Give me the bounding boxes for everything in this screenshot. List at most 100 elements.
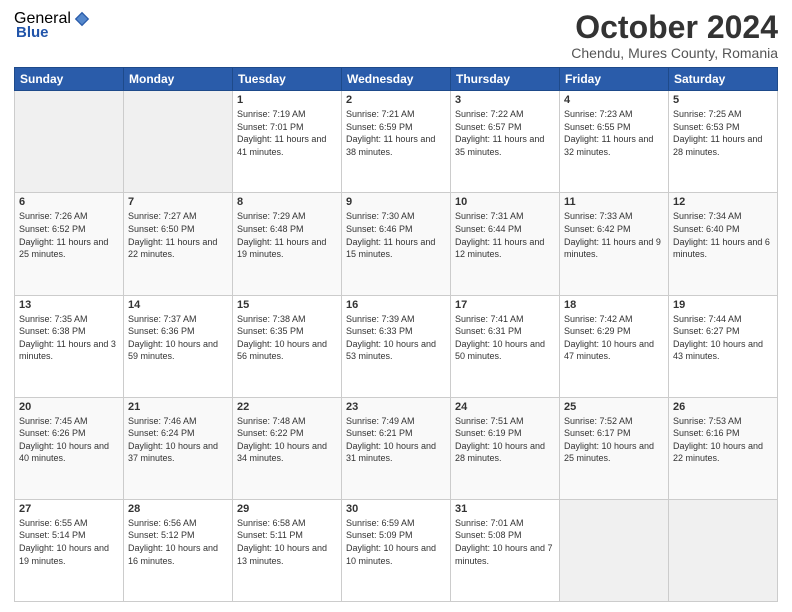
day-number: 13	[19, 299, 119, 311]
day-number: 11	[564, 196, 664, 208]
weekday-header-sunday: Sunday	[15, 68, 124, 91]
day-number: 19	[673, 299, 773, 311]
day-number: 28	[128, 503, 228, 515]
calendar-cell: 10 Sunrise: 7:31 AM Sunset: 6:44 PM Dayli…	[451, 193, 560, 295]
title-section: October 2024 Chendu, Mures County, Roman…	[571, 10, 778, 61]
day-number: 30	[346, 503, 446, 515]
day-number: 12	[673, 196, 773, 208]
calendar-cell: 4Sunrise: 7:23 AM Sunset: 6:55 PM Daylig…	[560, 91, 669, 193]
day-info: Sunrise: 7:35 AM Sunset: 6:38 PM Dayligh…	[19, 313, 119, 363]
calendar-cell: 12 Sunrise: 7:34 AM Sunset: 6:40 PM Dayli…	[669, 193, 778, 295]
day-info: Sunrise: 6:56 AM Sunset: 5:12 PM Dayligh…	[128, 517, 228, 567]
calendar-header: SundayMondayTuesdayWednesdayThursdayFrid…	[15, 68, 778, 91]
calendar-cell	[124, 91, 233, 193]
calendar-cell: 24Sunrise: 7:51 AM Sunset: 6:19 PM Dayli…	[451, 397, 560, 499]
day-number: 24	[455, 401, 555, 413]
day-number: 15	[237, 299, 337, 311]
calendar-table: SundayMondayTuesdayWednesdayThursdayFrid…	[14, 67, 778, 602]
calendar-cell: 29 Sunrise: 6:58 AM Sunset: 5:11 PM Dayli…	[233, 499, 342, 601]
day-number: 31	[455, 503, 555, 515]
day-number: 3	[455, 94, 555, 106]
calendar-cell: 19Sunrise: 7:44 AM Sunset: 6:27 PM Dayli…	[669, 295, 778, 397]
day-info: Sunrise: 7:53 AM Sunset: 6:16 PM Dayligh…	[673, 415, 773, 465]
calendar-cell: 7 Sunrise: 7:27 AM Sunset: 6:50 PM Daylig…	[124, 193, 233, 295]
weekday-row: SundayMondayTuesdayWednesdayThursdayFrid…	[15, 68, 778, 91]
logo-icon	[73, 10, 91, 28]
day-number: 10	[455, 196, 555, 208]
subtitle: Chendu, Mures County, Romania	[571, 45, 778, 61]
calendar-cell: 23Sunrise: 7:49 AM Sunset: 6:21 PM Dayli…	[342, 397, 451, 499]
day-number: 25	[564, 401, 664, 413]
day-number: 26	[673, 401, 773, 413]
weekday-header-tuesday: Tuesday	[233, 68, 342, 91]
calendar-cell: 22 Sunrise: 7:48 AM Sunset: 6:22 PM Dayli…	[233, 397, 342, 499]
day-info: Sunrise: 7:39 AM Sunset: 6:33 PM Dayligh…	[346, 313, 446, 363]
logo: General Blue	[14, 10, 91, 41]
calendar-cell: 28 Sunrise: 6:56 AM Sunset: 5:12 PM Dayli…	[124, 499, 233, 601]
day-number: 6	[19, 196, 119, 208]
calendar-cell: 5 Sunrise: 7:25 AM Sunset: 6:53 PM Daylig…	[669, 91, 778, 193]
calendar-cell: 25Sunrise: 7:52 AM Sunset: 6:17 PM Dayli…	[560, 397, 669, 499]
day-number: 5	[673, 94, 773, 106]
calendar-cell: 14 Sunrise: 7:37 AM Sunset: 6:36 PM Dayli…	[124, 295, 233, 397]
weekday-header-friday: Friday	[560, 68, 669, 91]
calendar-cell: 20Sunrise: 7:45 AM Sunset: 6:26 PM Dayli…	[15, 397, 124, 499]
calendar-cell: 6 Sunrise: 7:26 AM Sunset: 6:52 PM Daylig…	[15, 193, 124, 295]
calendar-cell: 21 Sunrise: 7:46 AM Sunset: 6:24 PM Dayli…	[124, 397, 233, 499]
calendar-cell	[15, 91, 124, 193]
logo-blue: Blue	[16, 24, 49, 41]
day-info: Sunrise: 7:21 AM Sunset: 6:59 PM Dayligh…	[346, 108, 446, 158]
calendar-body: 1Sunrise: 7:19 AM Sunset: 7:01 PM Daylig…	[15, 91, 778, 602]
header: General Blue October 2024 Chendu, Mures …	[14, 10, 778, 61]
day-info: Sunrise: 7:31 AM Sunset: 6:44 PM Dayligh…	[455, 210, 555, 260]
day-info: Sunrise: 7:27 AM Sunset: 6:50 PM Dayligh…	[128, 210, 228, 260]
day-number: 2	[346, 94, 446, 106]
calendar-cell: 13 Sunrise: 7:35 AM Sunset: 6:38 PM Dayli…	[15, 295, 124, 397]
weekday-header-monday: Monday	[124, 68, 233, 91]
day-number: 22	[237, 401, 337, 413]
day-info: Sunrise: 7:49 AM Sunset: 6:21 PM Dayligh…	[346, 415, 446, 465]
day-info: Sunrise: 7:34 AM Sunset: 6:40 PM Dayligh…	[673, 210, 773, 260]
day-info: Sunrise: 6:58 AM Sunset: 5:11 PM Dayligh…	[237, 517, 337, 567]
calendar-cell: 26 Sunrise: 7:53 AM Sunset: 6:16 PM Dayli…	[669, 397, 778, 499]
calendar-week-1: 6 Sunrise: 7:26 AM Sunset: 6:52 PM Daylig…	[15, 193, 778, 295]
day-info: Sunrise: 7:29 AM Sunset: 6:48 PM Dayligh…	[237, 210, 337, 260]
calendar-week-3: 20Sunrise: 7:45 AM Sunset: 6:26 PM Dayli…	[15, 397, 778, 499]
month-title: October 2024	[571, 10, 778, 45]
day-number: 14	[128, 299, 228, 311]
day-number: 9	[346, 196, 446, 208]
calendar-cell: 18Sunrise: 7:42 AM Sunset: 6:29 PM Dayli…	[560, 295, 669, 397]
day-info: Sunrise: 7:30 AM Sunset: 6:46 PM Dayligh…	[346, 210, 446, 260]
calendar-cell: 3Sunrise: 7:22 AM Sunset: 6:57 PM Daylig…	[451, 91, 560, 193]
day-number: 20	[19, 401, 119, 413]
day-number: 7	[128, 196, 228, 208]
day-info: Sunrise: 7:25 AM Sunset: 6:53 PM Dayligh…	[673, 108, 773, 158]
weekday-header-thursday: Thursday	[451, 68, 560, 91]
calendar-cell: 11Sunrise: 7:33 AM Sunset: 6:42 PM Dayli…	[560, 193, 669, 295]
calendar-cell	[560, 499, 669, 601]
day-number: 8	[237, 196, 337, 208]
day-number: 16	[346, 299, 446, 311]
calendar-cell: 2 Sunrise: 7:21 AM Sunset: 6:59 PM Daylig…	[342, 91, 451, 193]
calendar-cell: 30Sunrise: 6:59 AM Sunset: 5:09 PM Dayli…	[342, 499, 451, 601]
calendar-cell	[669, 499, 778, 601]
calendar-cell: 31 Sunrise: 7:01 AM Sunset: 5:08 PM Dayli…	[451, 499, 560, 601]
calendar-cell: 17Sunrise: 7:41 AM Sunset: 6:31 PM Dayli…	[451, 295, 560, 397]
day-info: Sunrise: 7:38 AM Sunset: 6:35 PM Dayligh…	[237, 313, 337, 363]
day-number: 21	[128, 401, 228, 413]
page: General Blue October 2024 Chendu, Mures …	[0, 0, 792, 612]
day-info: Sunrise: 6:55 AM Sunset: 5:14 PM Dayligh…	[19, 517, 119, 567]
day-info: Sunrise: 7:46 AM Sunset: 6:24 PM Dayligh…	[128, 415, 228, 465]
day-info: Sunrise: 7:01 AM Sunset: 5:08 PM Dayligh…	[455, 517, 555, 567]
day-number: 18	[564, 299, 664, 311]
calendar-cell: 27Sunrise: 6:55 AM Sunset: 5:14 PM Dayli…	[15, 499, 124, 601]
day-info: Sunrise: 7:48 AM Sunset: 6:22 PM Dayligh…	[237, 415, 337, 465]
day-info: Sunrise: 7:37 AM Sunset: 6:36 PM Dayligh…	[128, 313, 228, 363]
day-number: 1	[237, 94, 337, 106]
day-info: Sunrise: 7:26 AM Sunset: 6:52 PM Dayligh…	[19, 210, 119, 260]
calendar-cell: 8 Sunrise: 7:29 AM Sunset: 6:48 PM Daylig…	[233, 193, 342, 295]
day-number: 29	[237, 503, 337, 515]
calendar-cell: 15 Sunrise: 7:38 AM Sunset: 6:35 PM Dayli…	[233, 295, 342, 397]
weekday-header-saturday: Saturday	[669, 68, 778, 91]
day-number: 17	[455, 299, 555, 311]
